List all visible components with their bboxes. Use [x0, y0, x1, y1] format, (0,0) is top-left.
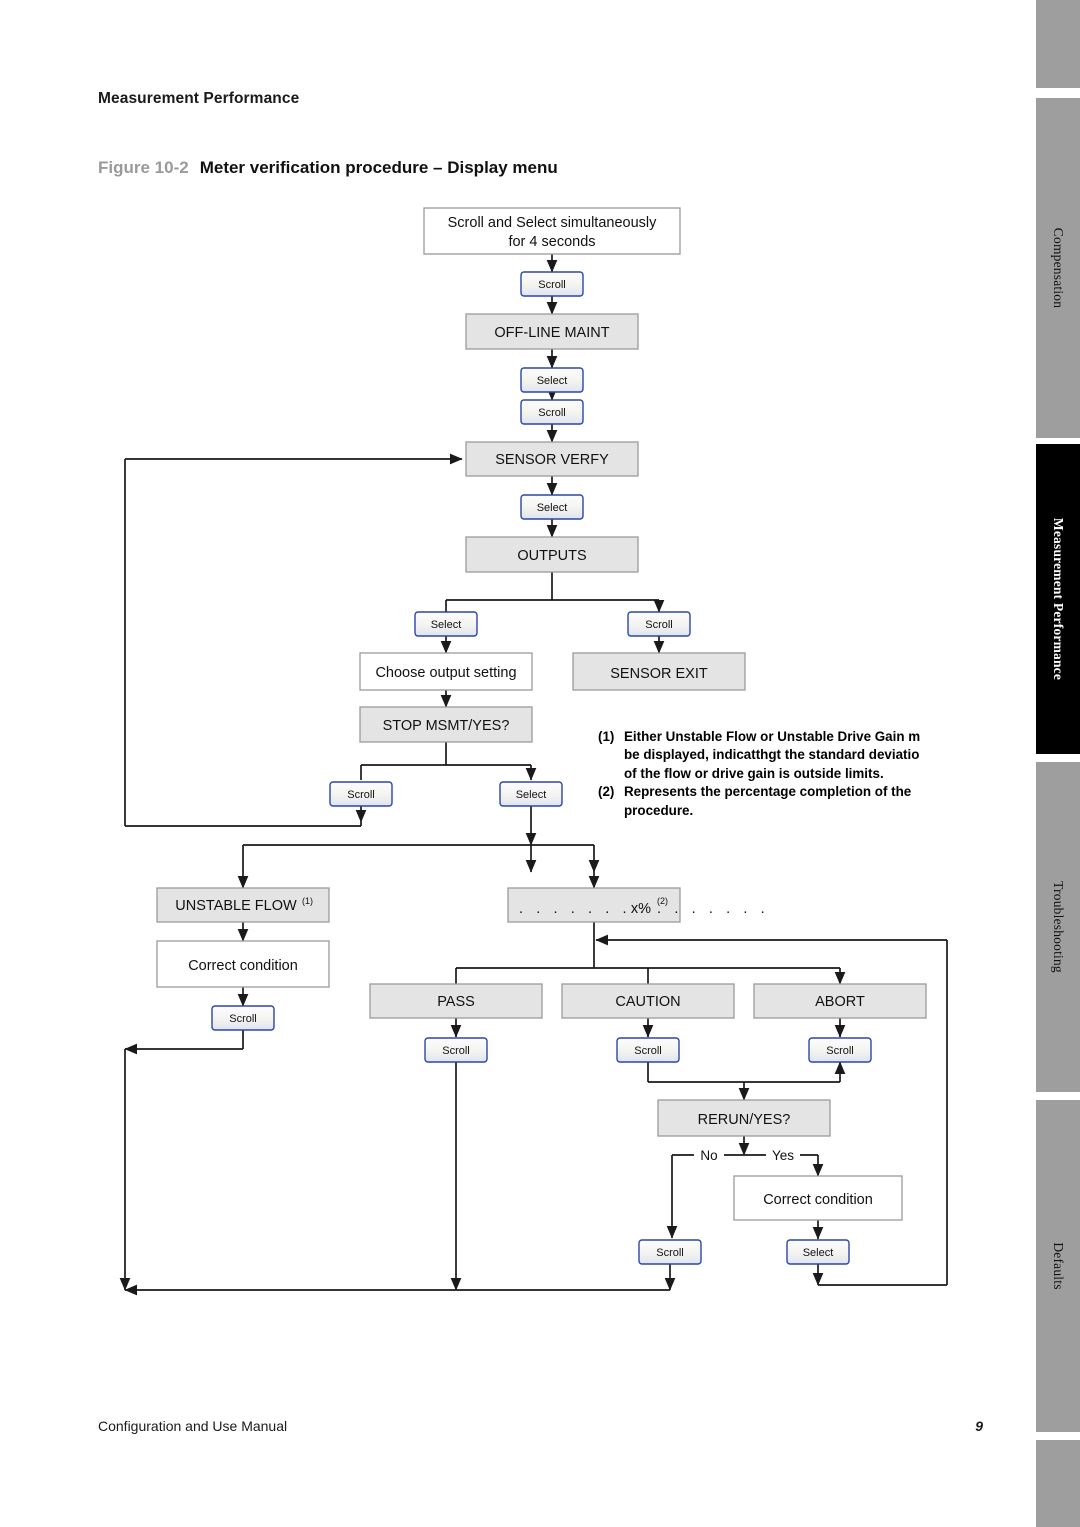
node-footnote-marker: (1): [302, 896, 313, 906]
button-label: Select: [516, 789, 547, 801]
button-scroll-start[interactable]: Scroll: [520, 271, 584, 297]
tab-defaults[interactable]: Defaults: [1036, 1100, 1080, 1432]
node-correct-condition-right: Correct condition: [733, 1175, 903, 1221]
button-label: Scroll: [656, 1247, 684, 1259]
node-outputs: OUTPUTS: [465, 536, 639, 573]
button-select-verfy[interactable]: Select: [520, 494, 584, 520]
footer-page-number: 9: [975, 1418, 983, 1434]
button-select-stop[interactable]: Select: [499, 781, 563, 807]
button-label: Select: [803, 1247, 834, 1259]
button-scroll-stop[interactable]: Scroll: [329, 781, 393, 807]
button-select-rerun-yes[interactable]: Select: [786, 1239, 850, 1265]
footnote-marker-spacer: [598, 746, 624, 764]
node-label: Correct condition: [188, 958, 298, 974]
node-choose-output-setting: Choose output setting: [359, 652, 533, 691]
node-abort: ABORT: [753, 983, 927, 1019]
node-caution: CAUTION: [561, 983, 735, 1019]
tab-label: Defaults: [1051, 1242, 1066, 1290]
node-label: Choose output setting: [375, 665, 516, 681]
tab-label: Measurement Performance: [1051, 517, 1066, 681]
button-scroll-correct-condition-left[interactable]: Scroll: [211, 1005, 275, 1031]
node-start-line1: Scroll and Select simultaneously: [448, 215, 657, 231]
button-label: Scroll: [634, 1045, 662, 1057]
button-select-outputs[interactable]: Select: [414, 611, 478, 637]
button-scroll-rerun-no[interactable]: Scroll: [638, 1239, 702, 1265]
node-start: Scroll and Select simultaneously for 4 s…: [423, 207, 681, 255]
page-footer: Configuration and Use Manual 9: [98, 1418, 983, 1434]
node-label: CAUTION: [615, 994, 680, 1010]
footnote-item: (2) Represents the percentage completion…: [598, 783, 985, 801]
button-label: Scroll: [645, 619, 673, 631]
tab-measurement-performance[interactable]: Measurement Performance: [1036, 444, 1080, 754]
button-scroll-pass[interactable]: Scroll: [424, 1037, 488, 1063]
button-scroll-maint[interactable]: Scroll: [520, 399, 584, 425]
flowchart: Scroll and Select simultaneously for 4 s…: [0, 207, 948, 1296]
button-label: Select: [537, 502, 568, 514]
node-label: SENSOR EXIT: [610, 666, 708, 682]
footnote-marker-spacer: [598, 802, 624, 820]
footnote-marker: (2): [598, 784, 615, 800]
tab-blank-bottom[interactable]: [1036, 1440, 1080, 1527]
footnote-item: (1) Either Unstable Flow or Unstable Dri…: [598, 728, 985, 746]
footnote-text-line: of the flow or drive gain is outside lim…: [624, 765, 884, 781]
node-start-line2: for 4 seconds: [508, 234, 595, 250]
node-label: UNSTABLE FLOW: [175, 898, 297, 914]
edge-label-no: No: [700, 1148, 717, 1163]
footer-manual-title: Configuration and Use Manual: [98, 1418, 288, 1434]
node-correct-condition-left: Correct condition: [156, 940, 330, 988]
footnote-marker: (1): [598, 729, 615, 744]
node-off-line-maint: OFF-LINE MAINT: [465, 313, 639, 350]
node-sensor-exit: SENSOR EXIT: [572, 652, 746, 691]
edge-label-yes: Yes: [772, 1148, 794, 1163]
node-stop-msmt: STOP MSMT/YES?: [359, 706, 533, 743]
node-unstable-flow: UNSTABLE FLOW (1): [156, 887, 330, 923]
node-label: SENSOR VERFY: [495, 452, 609, 468]
button-label: Select: [537, 375, 568, 387]
figure-footnotes: (1) Either Unstable Flow or Unstable Dri…: [598, 728, 985, 828]
node-label: Correct condition: [763, 1192, 873, 1208]
footnote-text-line: be displayed, indicatthgt the standard d…: [624, 747, 920, 763]
node-pass: PASS: [369, 983, 543, 1019]
footnote-text-line: Represents the percentage completion of …: [624, 784, 912, 800]
button-label: Scroll: [347, 789, 375, 801]
button-label: Scroll: [826, 1045, 854, 1057]
footnote-text-line: procedure.: [624, 802, 694, 818]
button-label: Scroll: [538, 407, 566, 419]
node-footnote-marker: (2): [657, 896, 668, 906]
tab-troubleshooting[interactable]: Troubleshooting: [1036, 762, 1080, 1092]
footnote-marker-spacer: [598, 765, 624, 783]
node-label: OUTPUTS: [517, 548, 586, 564]
footnote-item: procedure.: [598, 802, 985, 820]
node-label: OFF-LINE MAINT: [494, 325, 609, 341]
tab-blank-top[interactable]: [1036, 0, 1080, 88]
button-label: Select: [431, 619, 462, 631]
node-label: RERUN/YES?: [698, 1112, 791, 1128]
tab-label: Compensation: [1051, 227, 1066, 309]
node-label: PASS: [437, 994, 475, 1010]
node-label: ABORT: [815, 994, 865, 1010]
button-scroll-caution[interactable]: Scroll: [616, 1037, 680, 1063]
footnote-text-line: Either Unstable Flow or Unstable Drive G…: [624, 729, 921, 744]
section-tab-strip: Compensation Measurement Performance Tro…: [1024, 0, 1080, 1527]
tab-compensation[interactable]: Compensation: [1036, 98, 1080, 438]
button-select-maint[interactable]: Select: [520, 367, 584, 393]
node-progress: . . . . . . . . . . . . . . . x% (2): [507, 887, 765, 923]
button-label: Scroll: [538, 279, 566, 291]
node-progress-value: x%: [631, 901, 651, 917]
node-label: STOP MSMT/YES?: [383, 718, 510, 734]
footnote-item: be displayed, indicatthgt the standard d…: [598, 746, 985, 764]
tab-label: Troubleshooting: [1051, 881, 1066, 973]
node-sensor-verfy: SENSOR VERFY: [465, 441, 639, 477]
button-label: Scroll: [229, 1013, 257, 1025]
footnote-item: of the flow or drive gain is outside lim…: [598, 765, 985, 783]
node-rerun: RERUN/YES?: [657, 1099, 831, 1137]
button-scroll-abort[interactable]: Scroll: [808, 1037, 872, 1063]
button-label: Scroll: [442, 1045, 470, 1057]
button-scroll-outputs[interactable]: Scroll: [627, 611, 691, 637]
